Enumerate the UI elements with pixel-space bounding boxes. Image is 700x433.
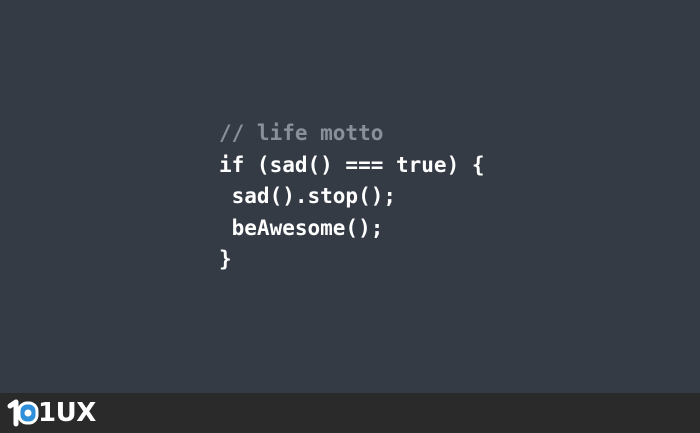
brand-logo: 1UX	[6, 397, 96, 429]
code-line-close-brace: }	[219, 247, 232, 271]
brand-logo-text: 1UX	[38, 398, 96, 428]
rounded-square-logo-icon	[6, 397, 40, 429]
code-comment-line: // life motto	[219, 121, 384, 145]
footer-bar: 1UX	[0, 393, 700, 433]
code-line-awesome: beAwesome();	[219, 215, 384, 240]
code-slide: // life motto if (sad() === true) { sad()…	[0, 0, 700, 393]
code-line-if: if (sad() === true) {	[219, 152, 485, 177]
code-block: // life motto if (sad() === true) { sad()…	[219, 118, 485, 276]
code-line-stop: sad().stop();	[219, 184, 397, 208]
